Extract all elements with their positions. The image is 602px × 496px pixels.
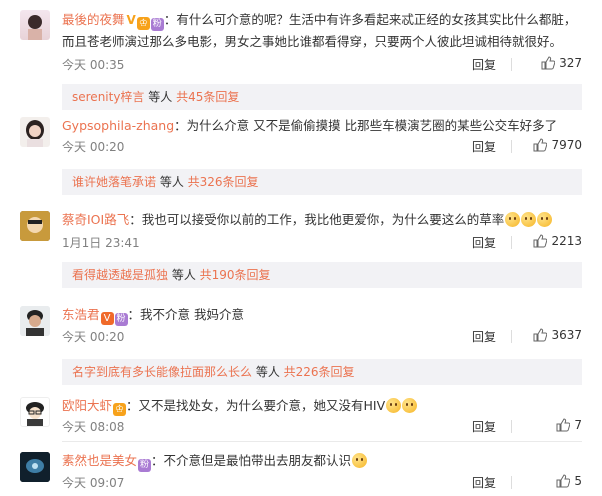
like-count: 3637 [551, 328, 582, 342]
divider [511, 236, 512, 249]
emoji-icon [537, 212, 553, 227]
more-replies[interactable]: serenity梓言 等人 共45条回复 [62, 84, 582, 110]
reply-user-link[interactable]: 名字到底有多长能像拉面那么长么 [72, 365, 252, 379]
reply-count-link[interactable]: 共190条回复 [200, 268, 271, 282]
divider [511, 330, 512, 343]
username[interactable]: Gypsophila-zhang [62, 118, 174, 133]
like-count: 7970 [551, 138, 582, 152]
more-replies-mid: 等人 [252, 365, 284, 379]
reply-user-link[interactable]: 看得越透越是孤独 [72, 268, 168, 282]
vip-badge-icon: ♔ [113, 403, 127, 416]
fan-badge-icon: 粉 [150, 18, 164, 31]
username[interactable]: 欧阳大虾 [62, 398, 112, 413]
more-replies[interactable]: 谁许她落笔承诺 等人 共326条回复 [62, 169, 582, 195]
emoji-icon [402, 398, 418, 413]
divider [62, 441, 582, 442]
thumbs-up-icon [533, 328, 548, 342]
comment-text: ：我不介意 我妈介意 [127, 307, 244, 322]
like-button[interactable]: 327 [541, 56, 582, 70]
more-replies[interactable]: 名字到底有多长能像拉面那么长么 等人 共226条回复 [62, 359, 582, 385]
comment-text: ：又不是找处女，为什么要介意，她又没有HIV [126, 398, 386, 413]
like-count: 7 [574, 418, 582, 432]
timestamp: 1月1日 23:41 [62, 236, 140, 250]
reply-user-link[interactable]: serenity梓言 [72, 90, 144, 104]
timestamp: 今天 08:08 [62, 420, 125, 434]
reply-button[interactable]: 回复 [472, 234, 496, 251]
avatar[interactable] [20, 117, 50, 147]
comment-text-line2: 而且苍老师演过那么多电影，男女之事她比谁都看得穿，只要两个人彼此坦诚相待就很好。 [62, 34, 563, 49]
avatar[interactable] [20, 452, 50, 482]
like-button[interactable]: 7 [556, 418, 582, 432]
comment-text: ：我也可以接受你以前的工作，我比他更爱你，为什么要这么的草率 [129, 212, 505, 227]
comment-text: ：为什么介意 又不是偷偷摸摸 比那些车模演艺圈的某些公交车好多了 [174, 118, 558, 133]
comment-text: ：有什么可介意的呢？生活中有许多看起来忒正经的女孩其实比什么都脏， [163, 12, 577, 27]
thumbs-up-icon [556, 474, 571, 488]
comment-meta: 1月1日 23:41 回复 2213 [62, 234, 582, 254]
emoji-icon [521, 212, 537, 227]
reply-count-link[interactable]: 共226条回复 [284, 365, 355, 379]
divider [511, 140, 512, 153]
more-replies[interactable]: 看得越透越是孤独 等人 共190条回复 [62, 262, 582, 288]
thumbs-up-icon [541, 56, 556, 70]
reply-button[interactable]: 回复 [472, 328, 496, 345]
emoji-icon [352, 453, 368, 468]
reply-button[interactable]: 回复 [472, 56, 496, 73]
verified-v-icon: V [126, 13, 136, 27]
comment-meta: 今天 00:35 回复 327 [62, 56, 582, 76]
thumbs-up-icon [556, 418, 571, 432]
timestamp: 今天 00:20 [62, 330, 125, 344]
more-replies-mid: 等人 [156, 175, 188, 189]
fan-badge-icon: 粉 [138, 459, 152, 472]
timestamp: 今天 09:07 [62, 476, 125, 490]
comment-text: ：不介意但是最怕带出去朋友都认识 [151, 453, 352, 468]
fan-badge-icon: 粉 [114, 313, 128, 326]
like-count: 5 [574, 474, 582, 488]
verified-v-icon: V [100, 312, 114, 325]
avatar[interactable] [20, 306, 50, 336]
like-count: 2213 [551, 234, 582, 248]
username[interactable]: 东浩君 [62, 307, 100, 322]
thumbs-up-icon [533, 234, 548, 248]
avatar[interactable] [20, 397, 50, 427]
like-button[interactable]: 3637 [533, 328, 582, 342]
avatar[interactable] [20, 211, 50, 241]
avatar[interactable] [20, 10, 50, 40]
comment-meta: 今天 00:20 回复 3637 [62, 328, 582, 348]
more-replies-mid: 等人 [168, 268, 200, 282]
like-button[interactable]: 5 [556, 474, 582, 488]
username[interactable]: 蔡奇IOI路飞 [62, 212, 129, 227]
like-button[interactable]: 7970 [533, 138, 582, 152]
more-replies-mid: 等人 [144, 90, 177, 104]
thumbs-up-icon [533, 138, 548, 152]
reply-button[interactable]: 回复 [472, 418, 496, 435]
like-count: 327 [559, 56, 582, 70]
reply-count-link[interactable]: 共45条回复 [176, 90, 239, 104]
reply-button[interactable]: 回复 [472, 474, 496, 491]
comment-meta: 今天 00:20 回复 7970 [62, 138, 582, 158]
divider [511, 420, 512, 433]
timestamp: 今天 00:35 [62, 58, 125, 72]
reply-user-link[interactable]: 谁许她落笔承诺 [72, 175, 156, 189]
username[interactable]: 最後的夜舞 [62, 12, 125, 27]
comment-meta: 今天 09:07 回复 5 [62, 474, 582, 494]
reply-count-link[interactable]: 共326条回复 [188, 175, 259, 189]
reply-button[interactable]: 回复 [472, 138, 496, 155]
divider [511, 58, 512, 71]
emoji-icon [386, 398, 402, 413]
vip-badge-icon: ♔ [136, 17, 150, 30]
timestamp: 今天 00:20 [62, 140, 125, 154]
emoji-icon [505, 212, 521, 227]
divider [511, 476, 512, 489]
username[interactable]: 素然也是美女 [62, 453, 137, 468]
like-button[interactable]: 2213 [533, 234, 582, 248]
comment-meta: 今天 08:08 回复 7 [62, 418, 582, 438]
